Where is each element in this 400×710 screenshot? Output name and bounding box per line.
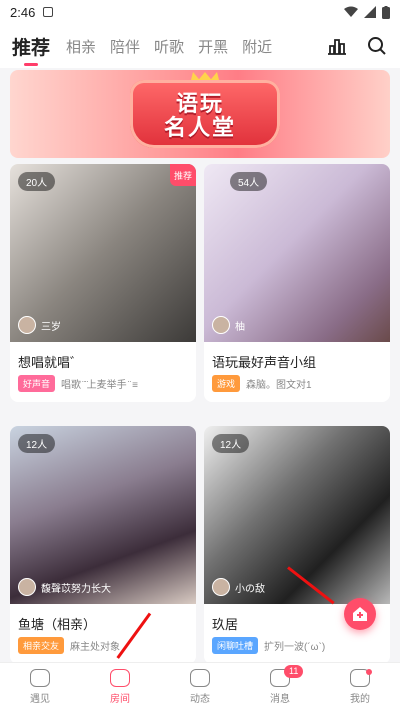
- host-name: 馥聲苡努力长大: [41, 583, 111, 595]
- search-button[interactable]: [366, 35, 388, 57]
- host-name: 三岁: [41, 321, 61, 333]
- avatar: [18, 578, 36, 596]
- tab-recommend[interactable]: 推荐: [12, 33, 50, 66]
- nav-label: 消息: [270, 693, 290, 705]
- search-icon: [368, 37, 386, 55]
- battery-icon: [382, 5, 390, 19]
- ranking-button[interactable]: [326, 35, 348, 57]
- create-room-button[interactable]: [344, 598, 376, 630]
- tab-music[interactable]: 听歌: [154, 36, 184, 57]
- nav-messages[interactable]: 11 消息: [240, 663, 320, 710]
- room-tag: 相亲交友: [18, 637, 65, 654]
- top-navigation: 推荐 相亲 陪伴 听歌 开黑 附近: [0, 24, 400, 68]
- room-cover-image: 12人 馥聲苡努力长大: [10, 426, 196, 604]
- room-card[interactable]: 54人 柚 语玩最好声音小组 游戏 森脑。图文对1: [204, 164, 390, 402]
- nav-feed[interactable]: 动态: [160, 663, 240, 710]
- room-desc: 扩列一波(´ω`): [264, 642, 326, 653]
- room-cover-image: 12人 小の敌: [204, 426, 390, 604]
- status-bar: 2:46: [0, 0, 400, 24]
- ranking-icon: [328, 39, 346, 55]
- online-count: 12人: [18, 434, 56, 453]
- room-tag: 闲聊吐槽: [212, 637, 259, 654]
- avatar: [212, 578, 230, 596]
- tab-dating[interactable]: 相亲: [66, 36, 96, 57]
- avatar: [212, 316, 230, 334]
- nav-me[interactable]: 我的: [320, 663, 400, 710]
- nav-label: 动态: [190, 693, 210, 705]
- host-name: 小の敌: [235, 583, 265, 595]
- room-host: 三岁: [18, 316, 61, 334]
- room-desc: 森脑。图文对1: [246, 380, 312, 391]
- feed-icon: [190, 668, 210, 687]
- room-cover-image: 54人 柚: [204, 164, 390, 342]
- meet-icon: [30, 668, 50, 687]
- room-desc: 麻主处对象: [70, 642, 121, 653]
- nav-label: 遇见: [30, 693, 50, 705]
- room-card[interactable]: 12人 馥聲苡努力长大 鱼塘（相亲） 相亲交友 麻主处对象: [10, 426, 196, 664]
- notification-dot: [366, 669, 373, 675]
- room-cover-image: 20人 推荐 三岁: [10, 164, 196, 342]
- room-card[interactable]: 20人 推荐 三岁 想唱就唱゛ 好声音 唱歌 ̈ ̈上麦举手 ̈ ≡: [10, 164, 196, 402]
- nav-label: 我的: [350, 693, 370, 705]
- online-count: 12人: [212, 434, 250, 453]
- online-count: 54人: [230, 172, 268, 191]
- recommend-badge: 推荐: [170, 164, 196, 186]
- room-host: 馥聲苡努力长大: [18, 578, 111, 596]
- room-tag: 好声音: [18, 375, 56, 392]
- room-title: 鱼塘（相亲）: [18, 617, 97, 632]
- signal-icon: [364, 6, 376, 18]
- room-title: 想唱就唱゛: [18, 355, 84, 370]
- host-name: 柚: [235, 321, 245, 333]
- room-title: 语玩最好声音小组: [212, 355, 317, 370]
- notification-icon: [43, 7, 54, 17]
- room-tag: 游戏: [212, 375, 241, 392]
- bottom-navigation: 遇见 房间 动态 11 消息 我的: [0, 662, 400, 710]
- nav-meet[interactable]: 遇见: [0, 663, 80, 710]
- tab-gaming[interactable]: 开黑: [198, 36, 228, 57]
- room-desc: 唱歌 ̈ ̈上麦举手 ̈ ≡: [61, 380, 138, 391]
- banner-title-line2: 名人堂: [163, 115, 236, 140]
- avatar: [18, 316, 36, 334]
- rooms-icon: [110, 668, 130, 687]
- room-host: 小の敌: [212, 578, 265, 596]
- nav-rooms[interactable]: 房间: [80, 663, 160, 710]
- unread-badge: 11: [284, 665, 304, 678]
- tab-nearby[interactable]: 附近: [242, 36, 272, 57]
- house-plus-icon: [353, 607, 367, 621]
- hall-of-fame-banner[interactable]: 语玩 名人堂: [10, 70, 390, 158]
- online-count: 20人: [18, 172, 56, 191]
- nav-label: 房间: [110, 693, 130, 705]
- room-host: 柚: [212, 316, 245, 334]
- status-time: 2:46: [10, 4, 36, 20]
- tab-companion[interactable]: 陪伴: [110, 36, 140, 57]
- wifi-icon: [344, 6, 358, 17]
